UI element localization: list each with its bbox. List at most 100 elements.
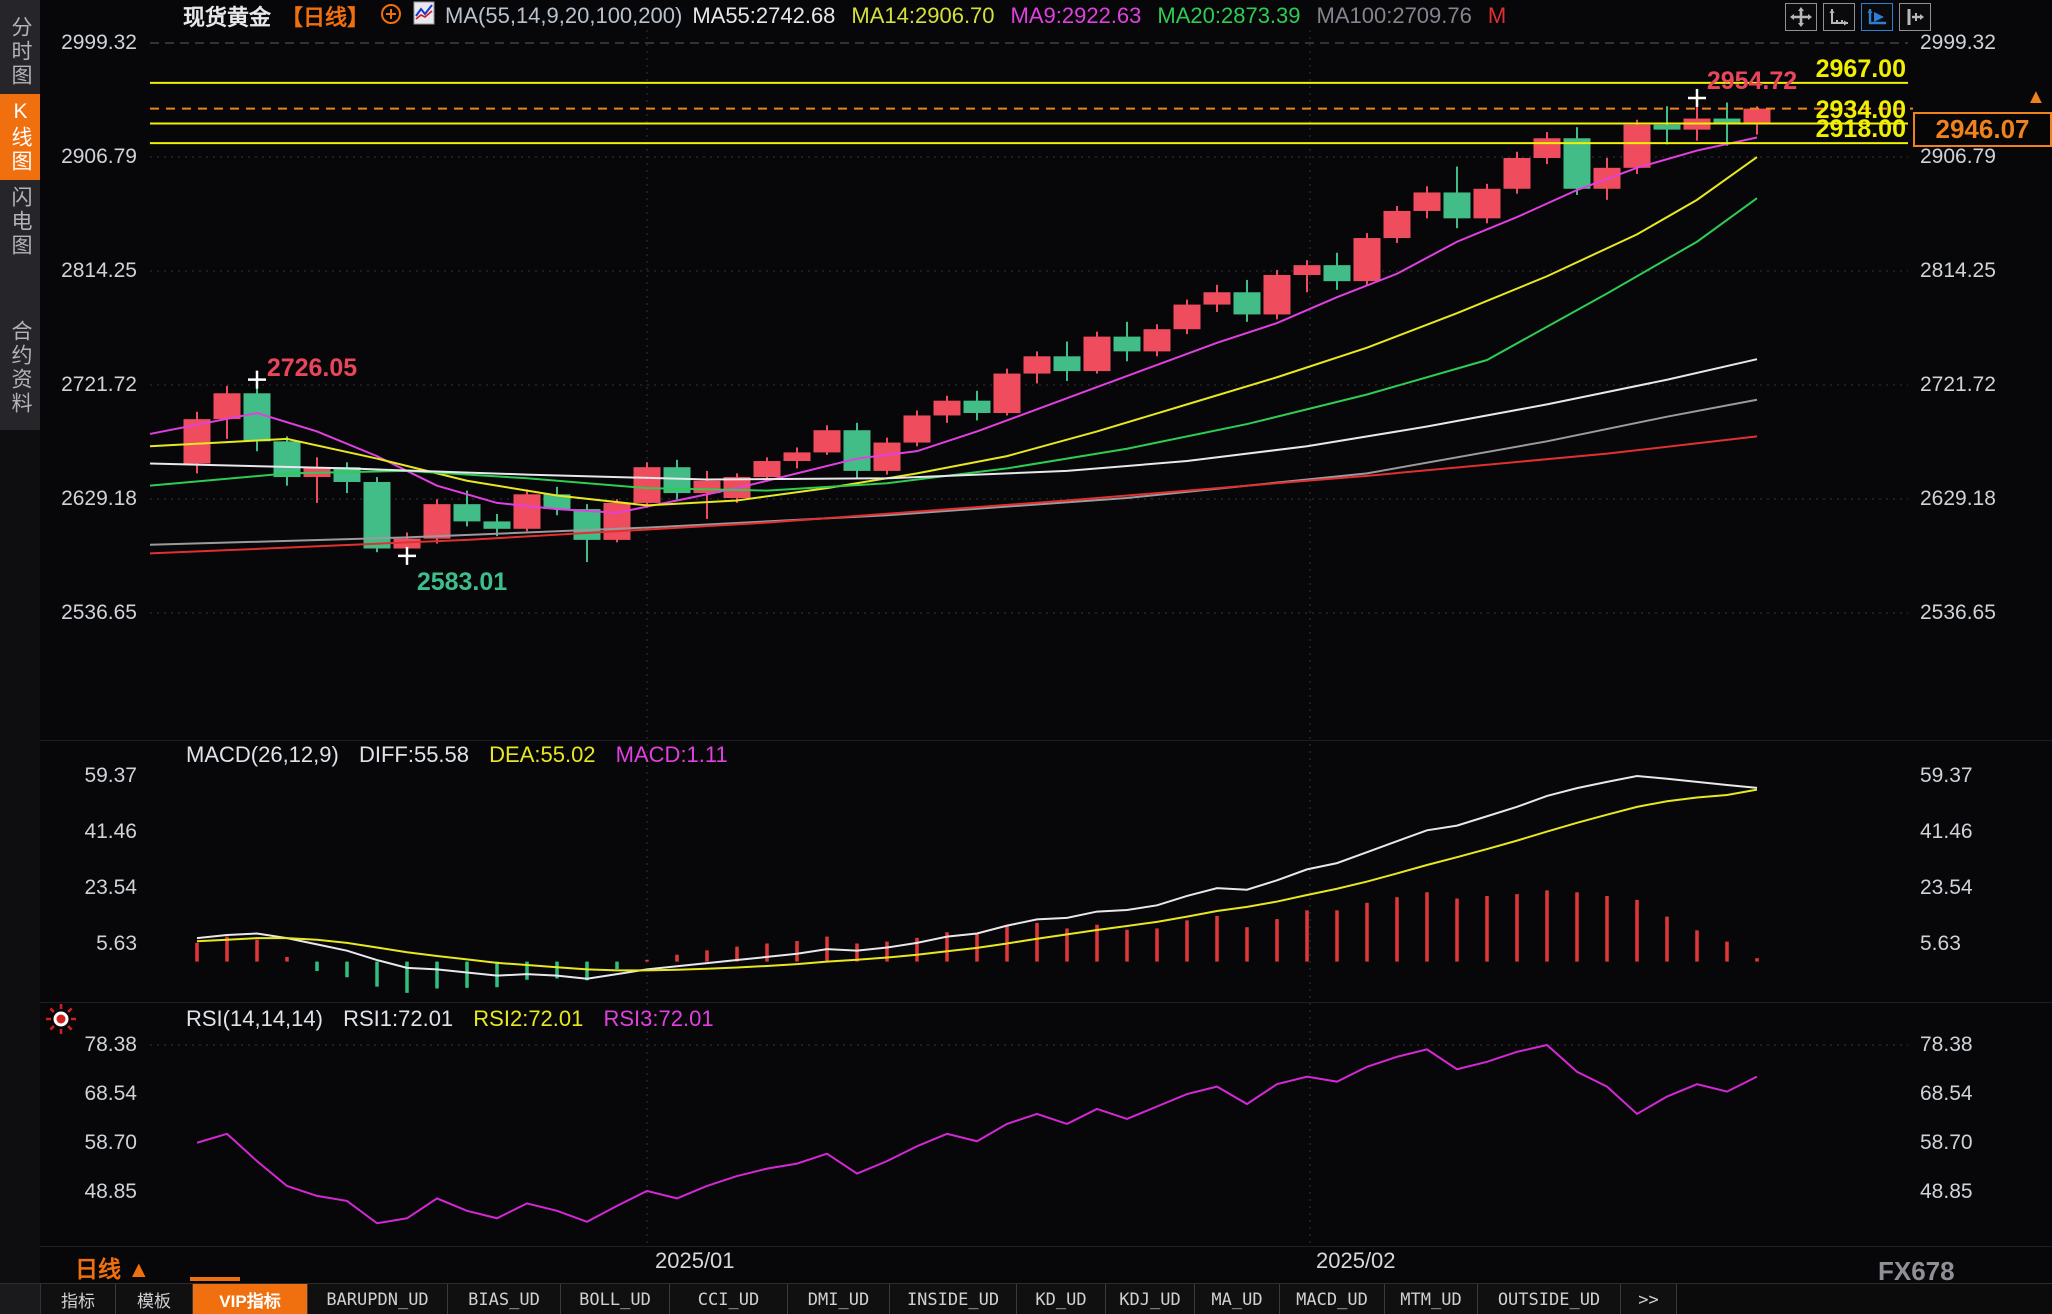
candle-body (244, 393, 271, 441)
candle-body (1084, 337, 1111, 371)
axis-label: 2629.18 (1920, 488, 1996, 510)
tab-bar-spacer (0, 1284, 41, 1314)
macd-value: MACD:1.11 (616, 742, 728, 767)
candle-body (634, 467, 661, 503)
ma-line-MA14 (150, 157, 1757, 505)
tab-DMI_UD[interactable]: DMI_UD (788, 1284, 890, 1314)
axis-label: 2721.72 (1920, 374, 1996, 396)
candle-body (484, 521, 511, 528)
axis-play-icon[interactable] (1861, 3, 1893, 31)
tab-OUTSIDE_UD[interactable]: OUTSIDE_UD (1478, 1284, 1621, 1314)
candle-body (964, 401, 991, 413)
sidebar: 分时图K线图闪电图合约资料 (0, 0, 40, 1283)
tab-KD_UD[interactable]: KD_UD (1017, 1284, 1106, 1314)
candle-body (1444, 192, 1471, 218)
chart-header: 现货黄金 【日线】 MA(55,14,9,20,100,200) MA55:27… (183, 2, 1506, 30)
circle-plus-icon[interactable] (379, 1, 403, 31)
tab-CCI_UD[interactable]: CCI_UD (670, 1284, 788, 1314)
candle-body (604, 503, 631, 540)
rsi-title: RSI(14,14,14) (186, 1006, 323, 1031)
ma-line-MA9 (150, 137, 1757, 512)
candle-body (1234, 292, 1261, 314)
sidebar-item-3[interactable]: 合约资料 (0, 304, 40, 432)
move-icon[interactable] (1785, 3, 1817, 31)
candle-body (694, 481, 721, 493)
tab-模板[interactable]: 模板 (116, 1284, 193, 1314)
candle-body (1504, 158, 1531, 189)
macd-pane-header: MACD(26,12,9) DIFF:55.58 DEA:55.02 MACD:… (186, 742, 742, 768)
rsi3-value: RSI3:72.01 (604, 1006, 714, 1031)
price-annotation: 2918.00 (1816, 115, 1906, 143)
candle-body (1564, 138, 1591, 189)
candle-body (1174, 305, 1201, 330)
chart-doc-icon[interactable] (413, 0, 435, 32)
candle-body (1114, 337, 1141, 352)
panel-right-icon[interactable] (1899, 3, 1931, 31)
price-annotation: 2954.72 (1707, 67, 1797, 95)
candle-body (1324, 265, 1351, 281)
candle-body (1054, 356, 1081, 371)
axis-label: 23.54 (1920, 877, 1973, 899)
ma-value-1: MA14:2906.70 (851, 3, 994, 29)
current-price-box: 2946.07 (1913, 112, 2052, 147)
macd-dea-value: DEA:55.02 (489, 742, 595, 767)
candle-body (274, 441, 301, 477)
candle-body (424, 504, 451, 538)
axis-label: 2999.32 (1920, 32, 1996, 54)
candle-body (934, 401, 961, 416)
axis-label: 78.38 (1920, 1034, 1973, 1056)
ma-value-0: MA55:2742.68 (692, 3, 835, 29)
candle-body (1024, 356, 1051, 373)
macd-title: MACD(26,12,9) (186, 742, 339, 767)
axis-scale-icon[interactable] (1823, 3, 1855, 31)
tab-MA_UD[interactable]: MA_UD (1195, 1284, 1280, 1314)
tab-BARUPDN_UD[interactable]: BARUPDN_UD (308, 1284, 448, 1314)
rsi-pane-header: RSI(14,14,14) RSI1:72.01 RSI2:72.01 RSI3… (186, 1006, 728, 1032)
rsi-line (197, 1045, 1757, 1223)
candle-body (754, 461, 781, 477)
ma-line-MA100 (150, 400, 1757, 545)
price-annotation: 2726.05 (267, 354, 357, 382)
candle-body (574, 509, 601, 540)
axis-label: 2906.79 (1920, 146, 1996, 168)
tab-MACD_UD[interactable]: MACD_UD (1280, 1284, 1385, 1314)
axis-label: 2814.25 (1920, 260, 1996, 282)
axis-label: 2536.65 (1920, 602, 1996, 624)
tab-INSIDE_UD[interactable]: INSIDE_UD (890, 1284, 1017, 1314)
period-selector[interactable]: 日线 ▲ (75, 1250, 150, 1284)
candle-body (814, 430, 841, 452)
price-annotation: 2967.00 (1816, 55, 1906, 83)
candle-body (1744, 109, 1771, 124)
candle-body (1384, 211, 1411, 238)
ma-value-3: MA20:2873.39 (1157, 3, 1300, 29)
tab-indicator-bar (190, 1277, 240, 1281)
tab-bar: 指标模板VIP指标BARUPDN_UDBIAS_UDBOLL_UDCCI_UDD… (0, 1283, 2052, 1314)
sidebar-item-0[interactable]: 分时图 (0, 12, 40, 92)
tab->>[interactable]: >> (1621, 1284, 1677, 1314)
tab-KDJ_UD[interactable]: KDJ_UD (1106, 1284, 1195, 1314)
price-annotation: 2583.01 (417, 568, 507, 596)
period-tag[interactable]: 【日线】 (281, 0, 369, 32)
symbol-title: 现货黄金 (183, 0, 271, 32)
candle-body (514, 494, 541, 528)
candle-body (1354, 238, 1381, 281)
ma-settings-label: MA(55,14,9,20,100,200) (445, 3, 682, 29)
tab-指标[interactable]: 指标 (41, 1284, 116, 1314)
candle-body (1144, 329, 1171, 351)
rsi2-value: RSI2:72.01 (473, 1006, 583, 1031)
candlestick-chart[interactable]: 2726.052583.012954.722967.002934.002918.… (0, 0, 2052, 1314)
sidebar-item-1[interactable]: K线图 (0, 94, 40, 180)
candle-body (784, 452, 811, 461)
tab-MTM_UD[interactable]: MTM_UD (1385, 1284, 1478, 1314)
axis-label: 5.63 (1920, 933, 1961, 955)
tab-BOLL_UD[interactable]: BOLL_UD (561, 1284, 670, 1314)
candle-body (1294, 265, 1321, 275)
axis-label: 68.54 (1920, 1083, 1973, 1105)
sun-icon[interactable] (44, 1002, 78, 1041)
rsi1-value: RSI1:72.01 (343, 1006, 453, 1031)
tab-BIAS_UD[interactable]: BIAS_UD (448, 1284, 561, 1314)
tab-VIP指标[interactable]: VIP指标 (193, 1284, 308, 1314)
axis-label: 48.85 (1920, 1181, 1973, 1203)
candle-body (1474, 189, 1501, 219)
sidebar-item-2[interactable]: 闪电图 (0, 182, 40, 262)
